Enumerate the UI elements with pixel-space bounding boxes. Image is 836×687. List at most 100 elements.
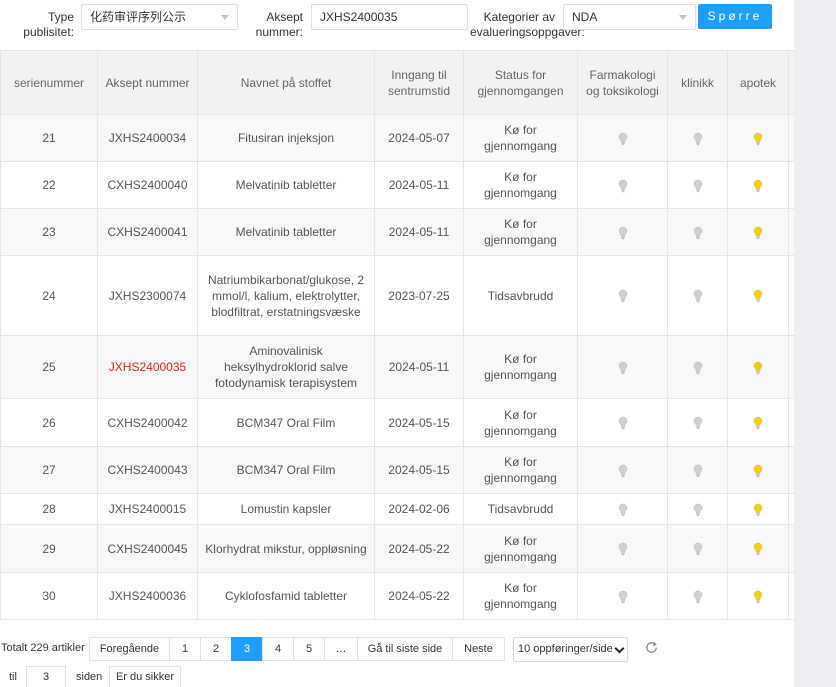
cell-accept-number[interactable]: CXHS2400041 — [97, 208, 198, 256]
table-row: 24 JXHS2300074 Natriumbikarbonat/glukose, … — [0, 255, 794, 336]
lightbulb-icon[interactable] — [618, 463, 628, 478]
accept-number-value: JXHS2400035 — [320, 10, 398, 24]
lightbulb-icon[interactable] — [618, 225, 628, 240]
lightbulb-icon[interactable] — [753, 225, 763, 240]
cell-stat — [788, 208, 794, 256]
accept-number-input[interactable]: JXHS2400035 — [311, 4, 468, 30]
lightbulb-icon[interactable] — [618, 416, 628, 430]
lightbulb-icon[interactable] — [693, 463, 703, 478]
cell-clinic — [667, 208, 728, 256]
cell-review-status: Kø for gjennomgang — [463, 524, 578, 573]
column-header-drug-name: Navnet på stoffet — [197, 50, 375, 115]
lightbulb-icon[interactable] — [618, 289, 628, 303]
cell-accept-number[interactable]: JXHS2400034 — [97, 114, 198, 162]
lightbulb-icon[interactable] — [693, 131, 703, 146]
cell-entry-time: 2024-05-11 — [374, 208, 464, 256]
lightbulb-icon[interactable] — [693, 178, 703, 193]
cell-drug-name: Cyklofosfamid tabletter — [197, 572, 375, 620]
cell-drug-name: Melvatinib tabletter — [197, 161, 375, 209]
cell-accept-number[interactable]: CXHS2400040 — [97, 161, 198, 209]
cell-pharmacy — [727, 493, 789, 525]
cell-drug-name: BCM347 Oral Film — [197, 446, 375, 494]
refresh-icon[interactable] — [644, 640, 659, 655]
lightbulb-icon[interactable] — [618, 178, 628, 193]
cell-accept-number[interactable]: CXHS2400043 — [97, 446, 198, 494]
column-header-pharmacology: Farmakologi og toksikologi — [577, 50, 668, 115]
cell-review-status: Tidsavbrudd — [463, 493, 578, 525]
lightbulb-icon[interactable] — [753, 463, 763, 478]
lightbulb-icon[interactable] — [693, 502, 703, 517]
pager-page-5[interactable]: 5 — [293, 637, 325, 661]
goto-confirm-button[interactable]: Er du sikker — [109, 666, 181, 687]
cell-pharm — [577, 493, 668, 525]
cell-pharm — [577, 524, 668, 573]
cell-entry-time: 2024-02-06 — [374, 493, 464, 525]
pager-last-button[interactable]: Gå til siste side — [357, 637, 453, 661]
lightbulb-icon[interactable] — [618, 131, 628, 146]
cell-clinic — [667, 161, 728, 209]
goto-page-input[interactable]: 3 — [26, 666, 66, 687]
table-row: 27 CXHS2400043 BCM347 Oral Film 2024-05-15 K… — [0, 446, 794, 494]
cell-review-status: Kø for gjennomgang — [463, 208, 578, 256]
lightbulb-icon[interactable] — [753, 542, 763, 556]
query-button[interactable]: Spørre — [698, 4, 772, 29]
column-header-accept-number: Aksept nummer — [97, 50, 198, 115]
cell-pharmacy — [727, 398, 789, 447]
lightbulb-icon[interactable] — [618, 589, 628, 604]
type-select-value: 化药审评序列公示 — [90, 10, 187, 24]
cell-accept-number[interactable]: JXHS2400015 — [97, 493, 198, 525]
cell-accept-number[interactable]: CXHS2400042 — [97, 398, 198, 447]
pager-page-2[interactable]: 2 — [200, 637, 232, 661]
pager-page-4[interactable]: 4 — [262, 637, 294, 661]
table-body: 21 JXHS2400034 Fitusiran injeksjon 2024-05-… — [0, 114, 794, 620]
lightbulb-icon[interactable] — [753, 178, 763, 193]
cell-pharm — [577, 114, 668, 162]
cell-accept-number[interactable]: JXHS2300074 — [97, 255, 198, 336]
per-page-select[interactable]: 10 oppføringer/side — [513, 637, 628, 662]
cell-drug-name: BCM347 Oral Film — [197, 398, 375, 447]
cell-serial: 27 — [0, 446, 98, 494]
lightbulb-icon[interactable] — [618, 360, 628, 375]
pager-page-1[interactable]: 1 — [169, 637, 201, 661]
cell-accept-number[interactable]: JXHS2400036 — [97, 572, 198, 620]
lightbulb-icon[interactable] — [618, 542, 628, 556]
cell-clinic — [667, 398, 728, 447]
cell-stat — [788, 335, 794, 399]
cell-pharmacy — [727, 335, 789, 399]
review-table-container: serienummer Aksept nummer Navnet på stof… — [0, 50, 794, 622]
cell-entry-time: 2023-07-25 — [374, 255, 464, 336]
cell-review-status: Kø for gjennomgang — [463, 398, 578, 447]
cell-accept-number[interactable]: JXHS2400035 — [97, 335, 198, 399]
cell-accept-number[interactable]: CXHS2400045 — [97, 524, 198, 573]
lightbulb-icon[interactable] — [693, 542, 703, 556]
lightbulb-icon[interactable] — [693, 289, 703, 303]
cell-serial: 22 — [0, 161, 98, 209]
lightbulb-icon[interactable] — [753, 131, 763, 146]
cell-pharmacy — [727, 114, 789, 162]
filter-bar: Type publisitet: 化药审评序列公示 Aksept nummer:… — [0, 0, 794, 46]
cell-pharm — [577, 161, 668, 209]
category-select[interactable]: NDA — [563, 4, 696, 30]
column-header-serial: serienummer — [0, 50, 98, 115]
cell-pharm — [577, 255, 668, 336]
lightbulb-icon[interactable] — [753, 289, 763, 303]
cell-serial: 30 — [0, 572, 98, 620]
cell-pharmacy — [727, 208, 789, 256]
pager-page-3-current[interactable]: 3 — [231, 637, 263, 661]
type-select[interactable]: 化药审评序列公示 — [81, 4, 238, 30]
lightbulb-icon[interactable] — [753, 416, 763, 430]
category-select-value: NDA — [572, 10, 598, 24]
lightbulb-icon[interactable] — [618, 502, 628, 517]
lightbulb-icon[interactable] — [693, 360, 703, 375]
lightbulb-icon[interactable] — [693, 416, 703, 430]
cell-serial: 24 — [0, 255, 98, 336]
pager-prev-button[interactable]: Foregående — [89, 637, 170, 661]
pager-next-button[interactable]: Neste — [452, 637, 505, 661]
cell-pharm — [577, 335, 668, 399]
lightbulb-icon[interactable] — [693, 225, 703, 240]
cell-serial: 28 — [0, 493, 98, 525]
lightbulb-icon[interactable] — [753, 502, 763, 517]
lightbulb-icon[interactable] — [693, 589, 703, 604]
lightbulb-icon[interactable] — [753, 589, 763, 604]
lightbulb-icon[interactable] — [753, 360, 763, 375]
